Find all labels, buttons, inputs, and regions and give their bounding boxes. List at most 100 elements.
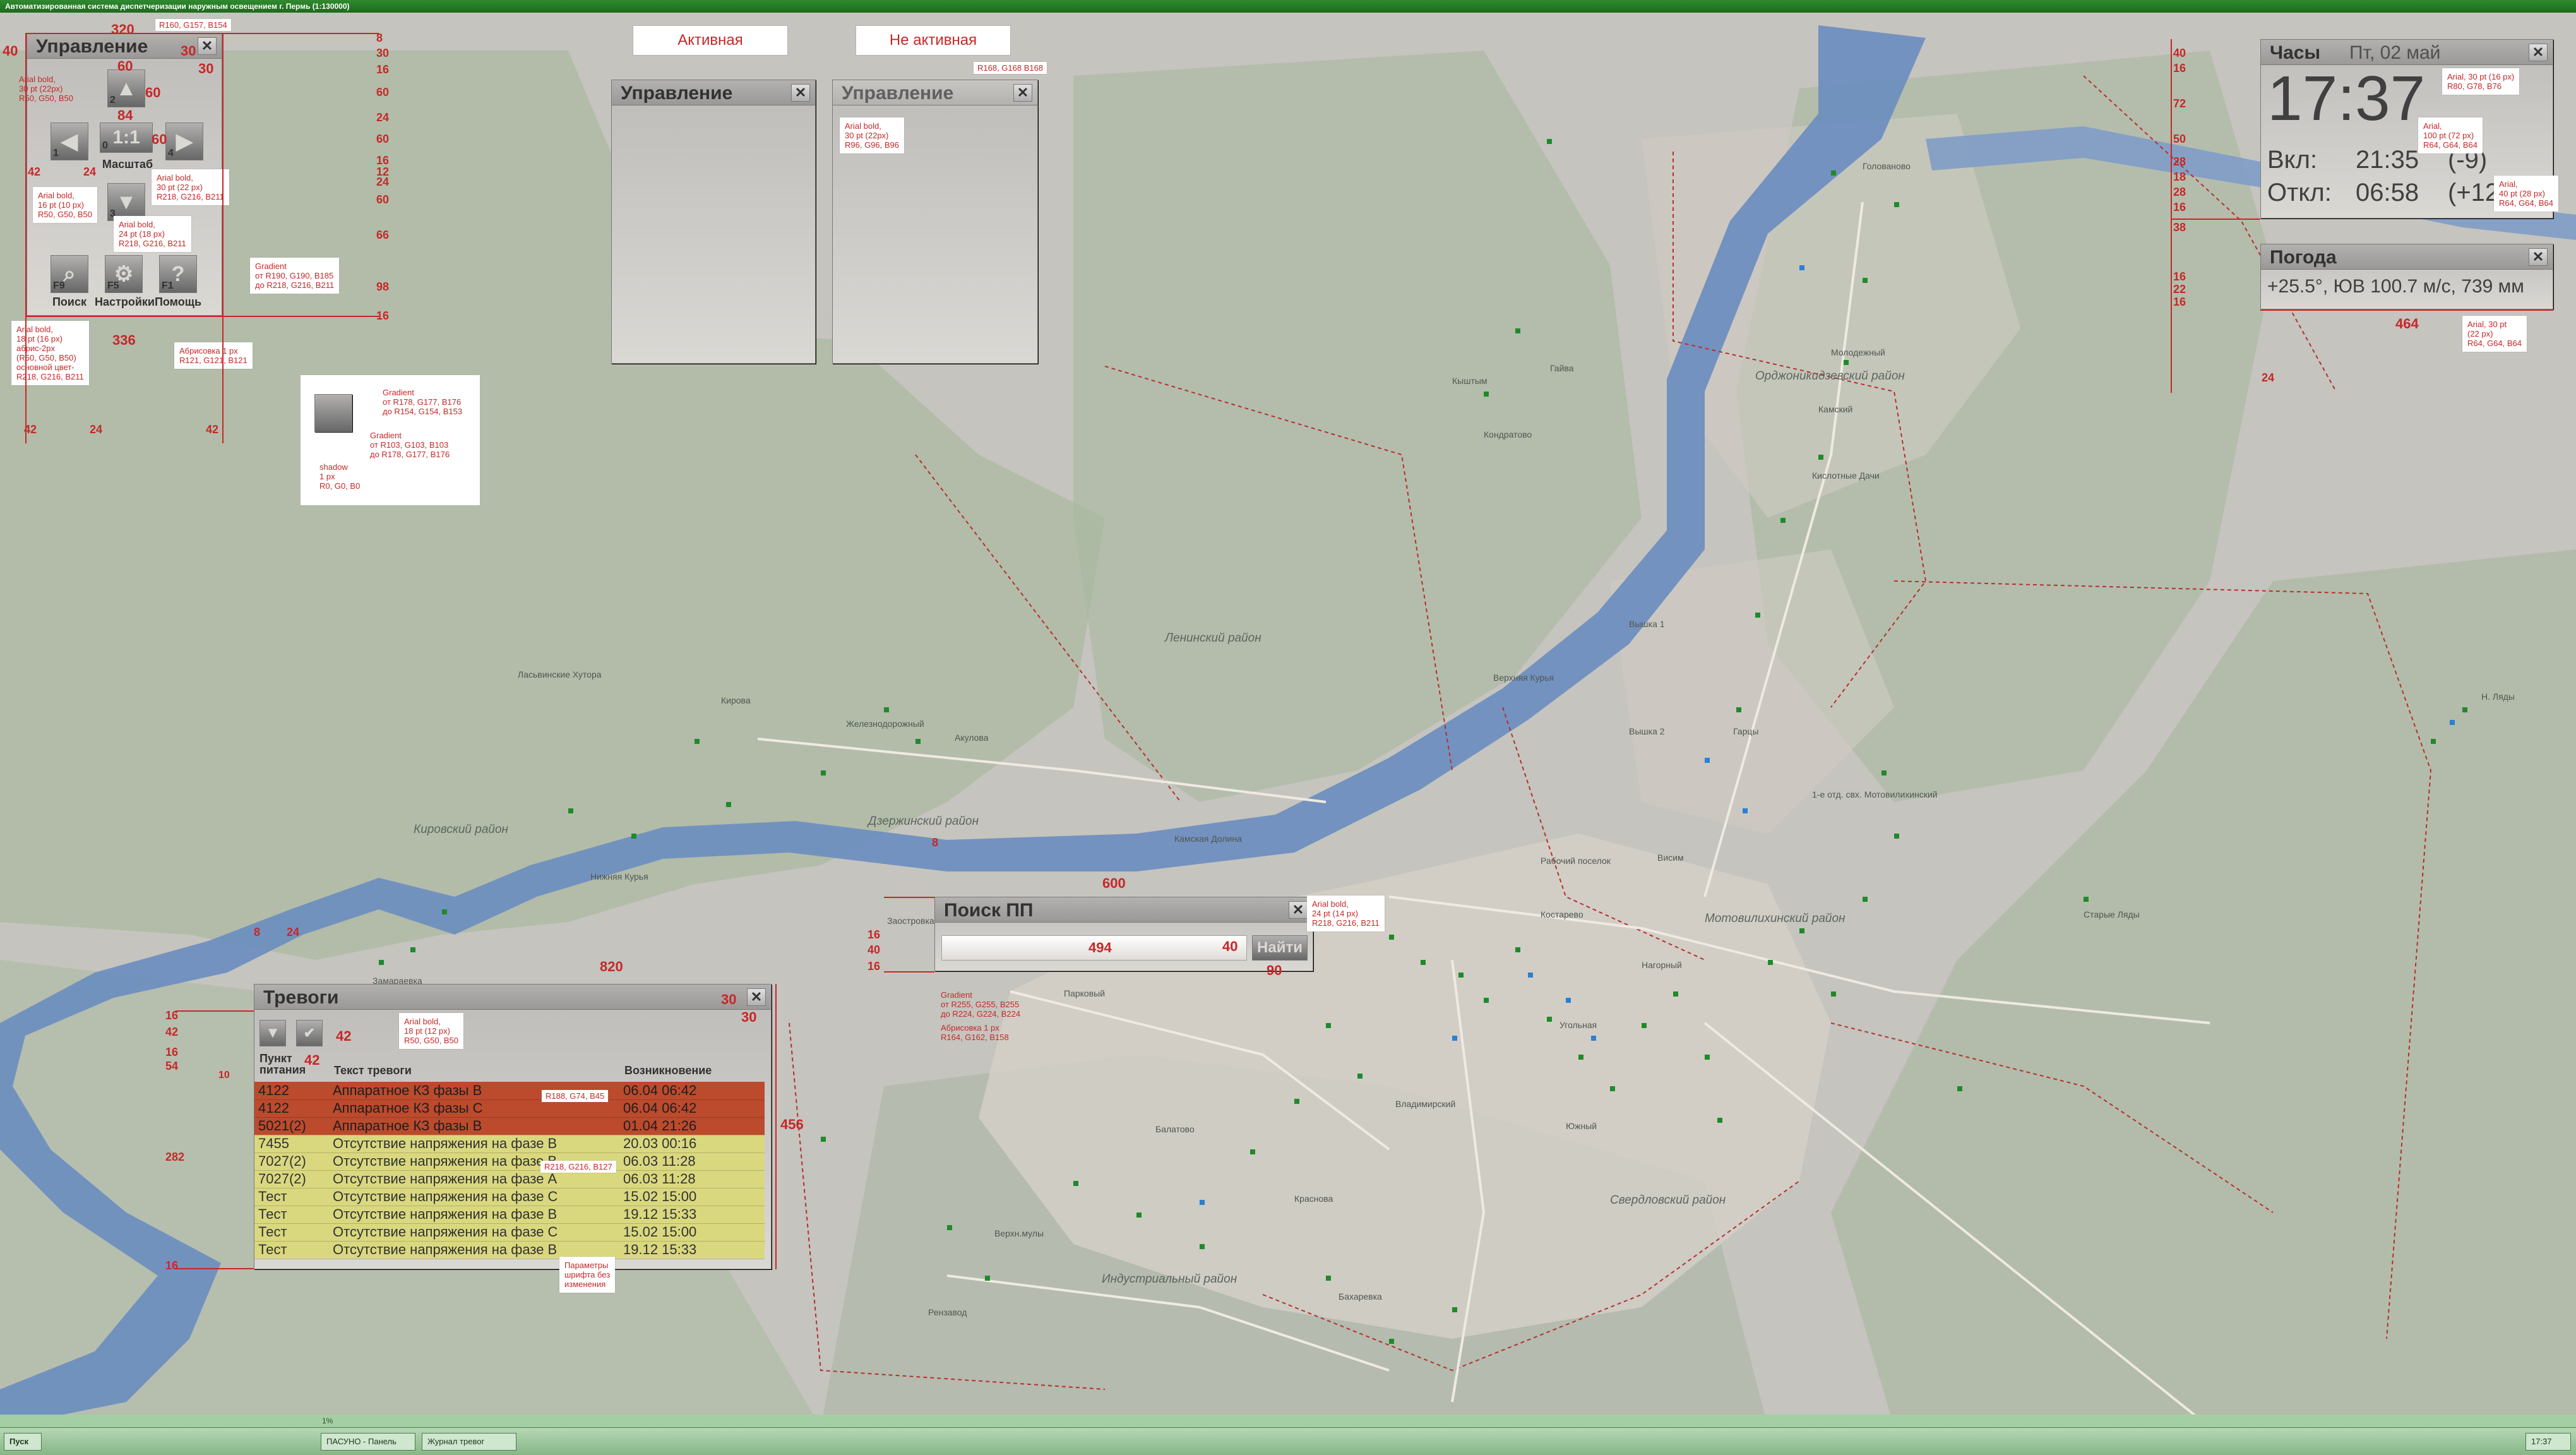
table-row[interactable]: 7455 Отсутствие напряжения на фазе В 20.03… bbox=[254, 1135, 765, 1153]
pan-right-button[interactable]: ▶ 4 bbox=[165, 123, 203, 160]
map-label-motovilikhinsky: Мотовилихинский район bbox=[1705, 912, 1846, 925]
find-button[interactable]: Найти bbox=[1252, 935, 1308, 961]
dimension: 24 bbox=[376, 176, 390, 188]
search-close-button[interactable]: ✕ bbox=[1289, 901, 1308, 919]
pan-left-button[interactable]: ◀ 1 bbox=[51, 123, 88, 160]
clock-on-time: 21:35 bbox=[2356, 146, 2419, 174]
search-panel-header[interactable]: Поиск ПП ✕ bbox=[935, 897, 1313, 923]
dimension: 28 bbox=[2173, 155, 2186, 168]
dimension: 16 bbox=[868, 928, 881, 941]
table-row[interactable]: 4122 Аппаратное КЗ фазы С 06.04 06:42 bbox=[254, 1099, 765, 1118]
map-label-yuzhny: Южный bbox=[1566, 1121, 1597, 1131]
alarm-point-cell: 5021(2) bbox=[254, 1117, 329, 1135]
dimension: 30 bbox=[376, 47, 390, 59]
table-row[interactable]: 7027(2) Отсутствие напряжения на фазе А 06… bbox=[254, 1170, 765, 1189]
weather-panel-header[interactable]: Погода ✕ bbox=[2261, 244, 2553, 270]
dimension: 16 bbox=[376, 63, 390, 76]
control-inactive-close-button[interactable]: ✕ bbox=[1013, 84, 1032, 102]
dimension: 600 bbox=[1102, 875, 1126, 891]
annotation: Параметры шрифта без изменения bbox=[559, 1257, 616, 1293]
dimension: 18 bbox=[2173, 171, 2186, 183]
alarm-time-cell: 19.12 15:33 bbox=[619, 1241, 765, 1259]
help-button-label: Помощь bbox=[154, 296, 202, 308]
settings-button[interactable]: ⚙ F5 bbox=[105, 255, 143, 293]
arrow-right-icon: ▶ bbox=[176, 129, 193, 153]
alarm-point-cell: 7027(2) bbox=[254, 1170, 329, 1189]
annotation: Gradient от R255, G255, B255 до R224, G2… bbox=[941, 990, 1021, 1019]
control-active-header[interactable]: Управление ✕ bbox=[612, 80, 815, 105]
alarms-acknowledge-button[interactable]: ✔ bbox=[296, 1020, 323, 1046]
map-label-zaostrovka: Заостровка bbox=[887, 916, 934, 926]
clock-close-button[interactable]: ✕ bbox=[2529, 44, 2548, 61]
help-button[interactable]: ? F1 bbox=[159, 255, 197, 293]
alarm-time-cell: 15.02 15:00 bbox=[619, 1188, 765, 1206]
dimension: 84 bbox=[117, 107, 133, 123]
dimension: 24 bbox=[287, 926, 300, 938]
map-label-vereshchagino: Верхн.мулы bbox=[994, 1228, 1044, 1238]
weather-panel-title: Погода bbox=[2270, 247, 2337, 268]
table-row[interactable]: Тест Отсутствие напряжения на фазе В 19.12… bbox=[254, 1241, 765, 1259]
alarm-text-cell: Отсутствие напряжения на фазе А bbox=[329, 1170, 619, 1189]
alarms-collapse-button[interactable]: ▼ bbox=[259, 1020, 286, 1046]
control-inactive-header[interactable]: Управление ✕ bbox=[833, 80, 1037, 105]
table-row[interactable]: Тест Отсутствие напряжения на фазе В 19.12… bbox=[254, 1206, 765, 1224]
weather-close-button[interactable]: ✕ bbox=[2529, 248, 2548, 266]
search-button[interactable]: ⌕ F9 bbox=[51, 255, 88, 293]
annotation: Arial bold, 30 pt (22 px) R218, G216, B2… bbox=[152, 169, 229, 205]
control-active-close-button[interactable]: ✕ bbox=[791, 84, 810, 102]
annotation: Arial bold, 24 pt (14 px) R218, G216, B2… bbox=[1307, 895, 1385, 931]
chevron-down-icon: ▼ bbox=[265, 1024, 280, 1041]
arrow-left-icon: ◀ bbox=[61, 129, 78, 153]
clock-panel-title: Часы bbox=[2270, 42, 2321, 63]
clock-on-label: Вкл: bbox=[2267, 146, 2318, 174]
table-row[interactable]: Тест Отсутствие напряжения на фазе С 15.02… bbox=[254, 1223, 765, 1242]
control-panel-title: Управление bbox=[36, 36, 148, 57]
alarms-close-button[interactable]: ✕ bbox=[747, 988, 766, 1006]
close-icon: ✕ bbox=[1017, 85, 1029, 100]
pan-up-button[interactable]: ▲ 2 bbox=[107, 69, 145, 107]
map-label-garcy: Гарцы bbox=[1733, 726, 1759, 736]
annotation: Arial bold, 18 pt (16 px) абрис-2px (R50… bbox=[11, 321, 89, 385]
close-icon: ✕ bbox=[2532, 249, 2544, 265]
dimension-line bbox=[25, 316, 379, 317]
close-icon: ✕ bbox=[201, 38, 213, 54]
dimension-line bbox=[176, 1010, 254, 1012]
dimension: 40 bbox=[1222, 938, 1238, 954]
annotation: Gradient от R190, G190, B185 до R218, G2… bbox=[250, 258, 340, 294]
map-label-kyshtym: Кыштым bbox=[1452, 376, 1488, 386]
map-label-dzerzhinsky: Дзержинский район bbox=[868, 815, 979, 828]
state-active-button[interactable]: Активная bbox=[633, 25, 788, 56]
dimension-line bbox=[222, 33, 224, 443]
start-button[interactable]: Пуск bbox=[4, 1433, 42, 1451]
dimension: 8 bbox=[254, 926, 261, 938]
dimension: 464 bbox=[2395, 316, 2419, 332]
control-inactive-title: Управление bbox=[842, 83, 954, 104]
taskbar-item[interactable]: ПАСУНО - Панель bbox=[321, 1433, 415, 1451]
table-row[interactable]: 4122 Аппаратное КЗ фазы В 06.04 06:42 bbox=[254, 1082, 765, 1100]
zoom-reset-button[interactable]: 1:1 0 bbox=[100, 123, 153, 153]
map-label-kirova: Кирова bbox=[721, 695, 751, 705]
dimension: 42 bbox=[206, 423, 219, 436]
dimension: 30 bbox=[721, 991, 737, 1007]
alarms-panel-header[interactable]: Тревоги ✕ bbox=[254, 985, 771, 1010]
state-inactive-button[interactable]: Не активная bbox=[856, 25, 1011, 56]
map-label-kamennaya: Камская Долина bbox=[1174, 834, 1242, 844]
dimension: 28 bbox=[2173, 186, 2186, 198]
table-row[interactable]: 7027(2) Отсутствие напряжения на фазе В 06… bbox=[254, 1153, 765, 1171]
pan-down-button[interactable]: ▼ 3 bbox=[107, 183, 145, 221]
table-row[interactable]: 5021(2) Аппаратное КЗ фазы В 01.04 21:26 bbox=[254, 1117, 765, 1135]
dimension-line bbox=[775, 984, 777, 1269]
map-label-zheleznodorozhny: Железнодорожный bbox=[846, 719, 924, 729]
dimension: 90 bbox=[1267, 962, 1282, 978]
control-close-button[interactable]: ✕ bbox=[198, 37, 217, 55]
taskbar-item[interactable]: Журнал тревог bbox=[422, 1433, 516, 1451]
dimension: 24 bbox=[376, 111, 390, 124]
table-row[interactable]: Тест Отсутствие напряжения на фазе С 15.02… bbox=[254, 1188, 765, 1206]
clock-panel-header[interactable]: Часы Пт, 02 май ✕ bbox=[2261, 40, 2553, 65]
alarms-panel: Тревоги ✕ ▼ ✔ Пункт питания Текст тревог… bbox=[254, 984, 772, 1269]
dimension: 30 bbox=[741, 1009, 757, 1025]
dimension: 8 bbox=[932, 836, 939, 849]
dimension: 60 bbox=[376, 133, 390, 145]
alarm-text-cell: Отсутствие напряжения на фазе В bbox=[329, 1241, 619, 1259]
alarm-text-cell: Отсутствие напряжения на фазе В bbox=[329, 1206, 619, 1224]
